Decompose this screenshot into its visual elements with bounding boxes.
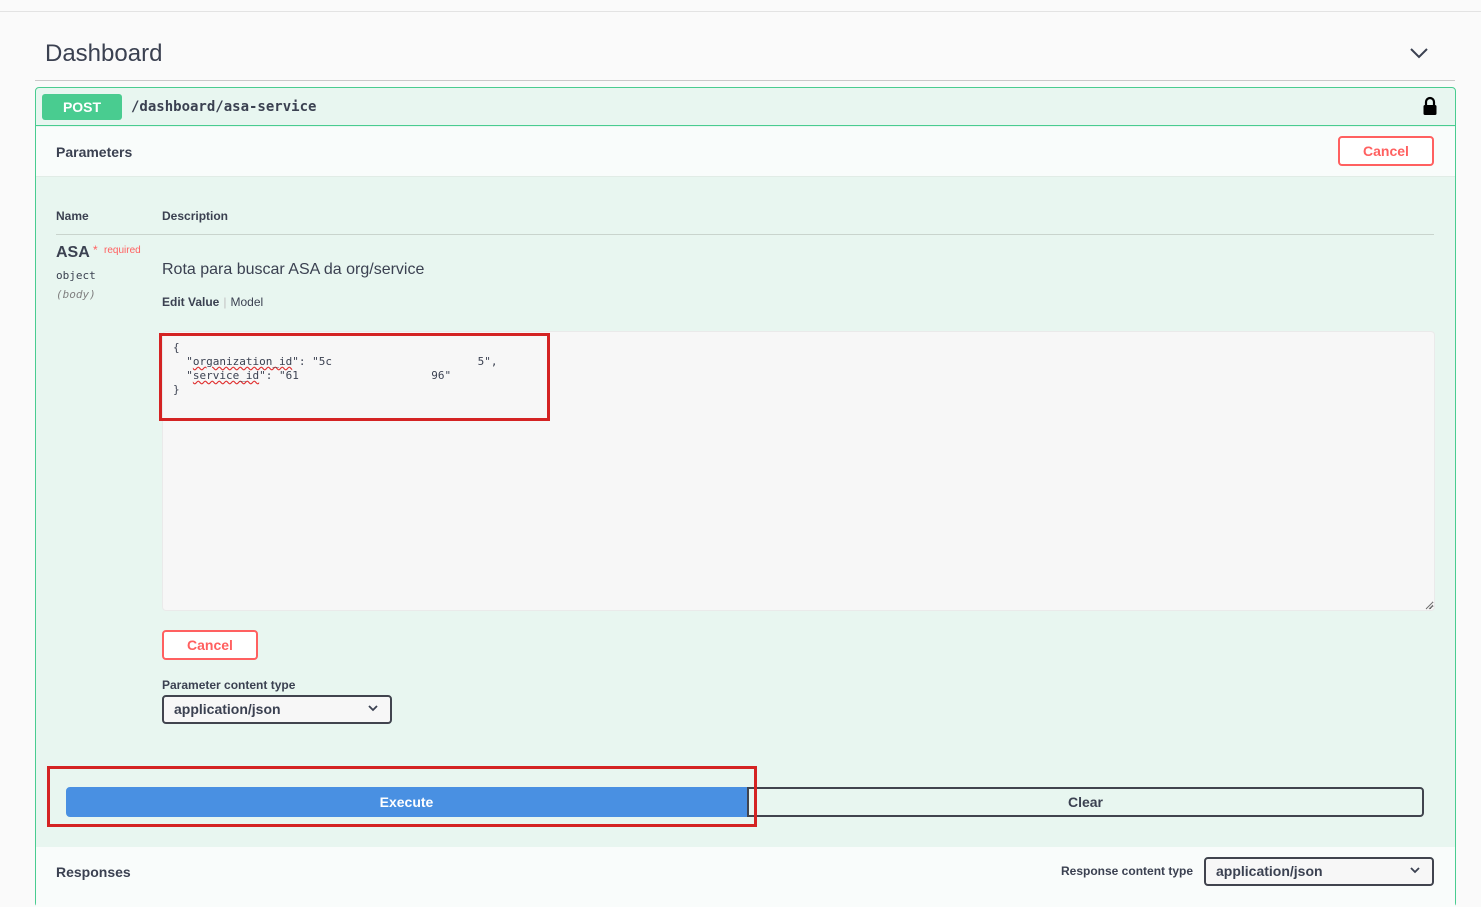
- clear-button[interactable]: Clear: [747, 787, 1424, 817]
- tag-title[interactable]: Dashboard: [45, 40, 162, 68]
- column-header-name: Name: [56, 209, 89, 223]
- response-content-type-select[interactable]: application/json: [1204, 857, 1434, 886]
- resize-handle-icon[interactable]: [1424, 600, 1434, 610]
- json-value: "61 96": [278, 369, 452, 382]
- parameter-content-type-select[interactable]: application/json: [162, 695, 392, 724]
- param-name: ASA: [56, 244, 90, 261]
- column-divider: [56, 234, 1434, 235]
- tab-model[interactable]: Model: [230, 295, 263, 309]
- execute-wrapper: Execute Clear: [66, 787, 1424, 817]
- operation-path: /dashboard/asa-service: [131, 99, 317, 115]
- execute-button[interactable]: Execute: [66, 787, 747, 817]
- chevron-down-icon: [368, 705, 378, 712]
- chevron-down-icon: [1410, 867, 1420, 874]
- responses-title: Responses: [56, 864, 131, 880]
- top-divider: [0, 11, 1481, 12]
- column-header-description: Description: [162, 209, 229, 223]
- chevron-down-icon[interactable]: [1409, 46, 1429, 60]
- parameters-title: Parameters: [56, 144, 133, 160]
- method-badge: POST: [42, 94, 122, 120]
- param-tabs: Edit Value | Model: [162, 295, 264, 309]
- response-content-type-label: Response content type: [1061, 864, 1194, 878]
- param-description: Rota para buscar ASA da org/service: [162, 261, 425, 278]
- cancel-button-2[interactable]: Cancel: [162, 630, 258, 660]
- json-value: "5c 5",: [312, 355, 498, 368]
- tag-divider: [35, 80, 1455, 81]
- tab-edit-value[interactable]: Edit Value: [162, 295, 219, 309]
- param-type: object: [56, 269, 96, 282]
- operation-summary[interactable]: POST /dashboard/asa-service: [36, 88, 1455, 126]
- param-location: (body): [56, 288, 96, 301]
- parameter-content-type-label: Parameter content type: [162, 678, 296, 692]
- responses-header: Responses Response content type applicat…: [36, 847, 1455, 907]
- lock-icon[interactable]: [1422, 96, 1438, 116]
- cancel-button[interactable]: Cancel: [1338, 136, 1434, 166]
- parameters-header: Parameters Cancel: [36, 127, 1455, 177]
- request-body-textarea[interactable]: { "organization_id": "5c 5", "service_id…: [162, 331, 1435, 611]
- json-key: organization_id: [192, 355, 293, 368]
- required-star: *: [93, 243, 98, 257]
- operation-block: POST /dashboard/asa-service Parameters C…: [35, 87, 1456, 907]
- json-key: service_id: [192, 369, 260, 382]
- required-label: required: [104, 245, 141, 256]
